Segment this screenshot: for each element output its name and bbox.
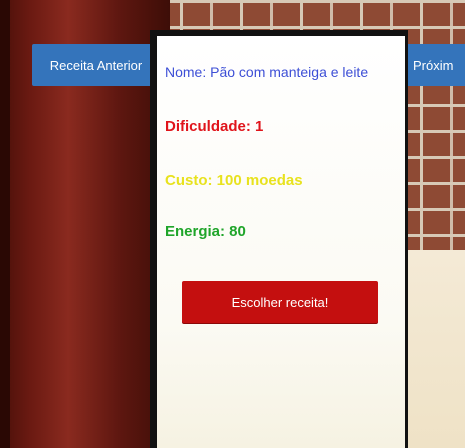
recipe-difficulty: Dificuldade: 1 xyxy=(165,118,264,135)
cream-wall-background xyxy=(400,250,465,448)
next-recipe-button[interactable]: Próxim xyxy=(405,44,465,86)
pillar-shadow xyxy=(0,0,10,448)
choose-recipe-button[interactable]: Escolher receita! xyxy=(182,281,378,323)
recipe-name: Nome: Pão com manteiga e leite xyxy=(165,64,369,80)
recipe-cost: Custo: 100 moedas xyxy=(165,172,303,189)
game-scene: Receita Anterior Próxim Nome: Pão com ma… xyxy=(0,0,465,448)
previous-recipe-button[interactable]: Receita Anterior xyxy=(32,44,160,86)
recipe-card: Nome: Pão com manteiga e leite Dificulda… xyxy=(157,36,405,448)
recipe-energy: Energia: 80 xyxy=(165,223,246,240)
